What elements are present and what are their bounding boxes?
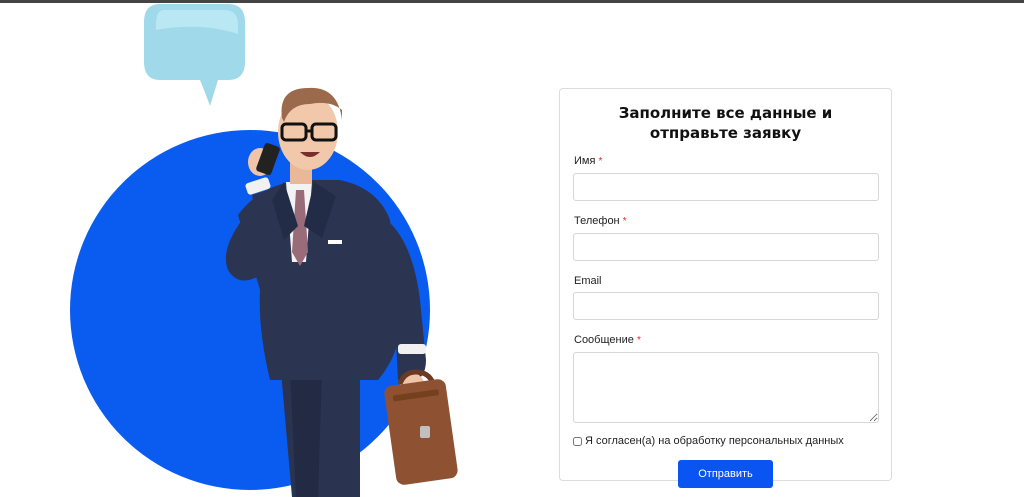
form-title: Заполните все данные и отправьте заявку [618, 104, 833, 142]
message-label-text: Сообщение [574, 334, 634, 346]
required-mark: * [598, 156, 603, 167]
message-label: Сообщение * [574, 334, 878, 347]
speech-bubble-icon [144, 4, 245, 106]
required-mark: * [622, 216, 627, 227]
phone-label-text: Телефон [574, 215, 620, 227]
submit-button[interactable]: Отправить [678, 460, 773, 488]
briefcase-icon [384, 369, 458, 485]
phone-input[interactable] [573, 233, 879, 261]
request-form: Заполните все данные и отправьте заявку … [559, 88, 892, 488]
message-textarea[interactable] [573, 352, 879, 423]
name-label: Имя * [574, 155, 878, 168]
consent-label: Я согласен(а) на обработку персональных … [585, 435, 844, 447]
email-label: Email [574, 275, 878, 287]
consent-row: Я согласен(а) на обработку персональных … [573, 435, 878, 447]
hero-illustration [60, 0, 520, 497]
required-mark: * [636, 335, 641, 346]
email-label-text: Email [574, 275, 602, 287]
name-label-text: Имя [574, 155, 596, 167]
name-input[interactable] [573, 173, 879, 201]
email-input[interactable] [573, 292, 879, 320]
phone-label: Телефон * [574, 215, 878, 228]
consent-checkbox[interactable] [573, 436, 582, 446]
